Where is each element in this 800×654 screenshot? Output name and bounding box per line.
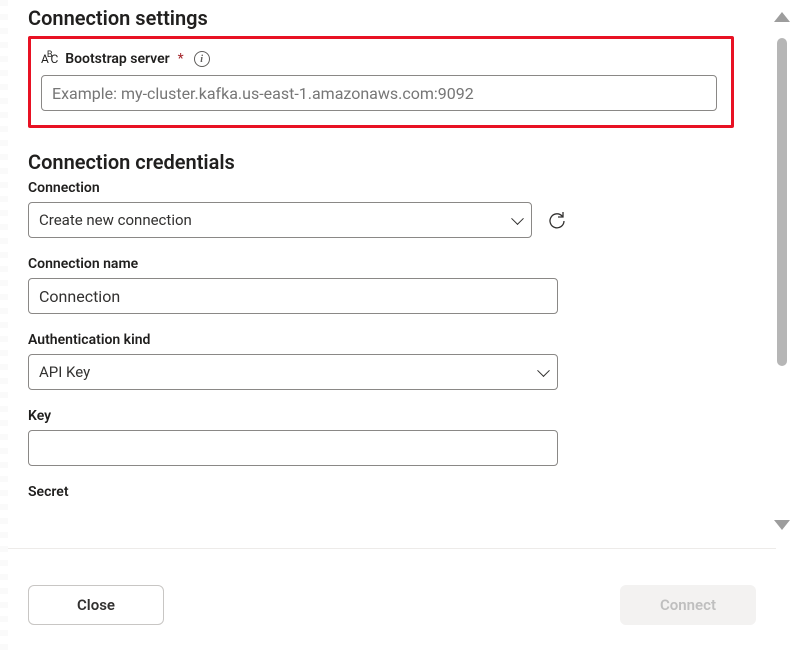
connection-settings-heading: Connection settings xyxy=(28,6,734,30)
connection-selected-value: Create new connection xyxy=(39,211,192,229)
auth-kind-field: Authentication kind API Key xyxy=(28,332,568,390)
connection-field: Connection Create new connection xyxy=(28,180,568,238)
bootstrap-server-label: Bootstrap server xyxy=(65,51,169,67)
connection-dropdown[interactable]: Create new connection xyxy=(28,202,532,238)
secret-field: Secret xyxy=(28,484,568,500)
connect-button[interactable]: Connect xyxy=(620,585,756,625)
key-input[interactable] xyxy=(28,430,558,466)
dialog-footer: Close Connect xyxy=(8,548,776,654)
text-field-type-icon: ABC xyxy=(41,53,57,65)
scroll-up-arrow-icon[interactable] xyxy=(774,12,790,22)
connection-name-field: Connection name xyxy=(28,256,568,314)
connection-name-input[interactable] xyxy=(28,278,558,314)
bootstrap-server-label-row: ABC Bootstrap server * i xyxy=(41,51,717,67)
connection-name-label: Connection name xyxy=(28,256,568,272)
auth-kind-dropdown[interactable]: API Key xyxy=(28,354,558,390)
secret-label: Secret xyxy=(28,484,568,500)
scrollbar-thumb[interactable] xyxy=(777,38,787,366)
close-button[interactable]: Close xyxy=(28,585,164,625)
key-label: Key xyxy=(28,408,568,424)
form-scroll-region: Connection settings ABC Bootstrap server… xyxy=(8,0,754,548)
scroll-down-arrow-icon[interactable] xyxy=(774,520,790,530)
info-icon[interactable]: i xyxy=(194,51,210,67)
scrollbar-track[interactable] xyxy=(768,6,796,648)
connect-button-label: Connect xyxy=(660,596,716,614)
key-field: Key xyxy=(28,408,568,466)
refresh-icon[interactable] xyxy=(546,209,568,231)
auth-kind-selected-value: API Key xyxy=(39,363,90,381)
required-indicator: * xyxy=(178,51,184,67)
close-button-label: Close xyxy=(77,596,115,614)
connection-label: Connection xyxy=(28,180,568,196)
auth-kind-label: Authentication kind xyxy=(28,332,568,348)
connection-credentials-heading: Connection credentials xyxy=(28,150,734,174)
bootstrap-server-input[interactable] xyxy=(41,75,717,111)
bootstrap-server-highlight: ABC Bootstrap server * i xyxy=(28,36,734,128)
window-edge-decoration xyxy=(0,0,8,654)
